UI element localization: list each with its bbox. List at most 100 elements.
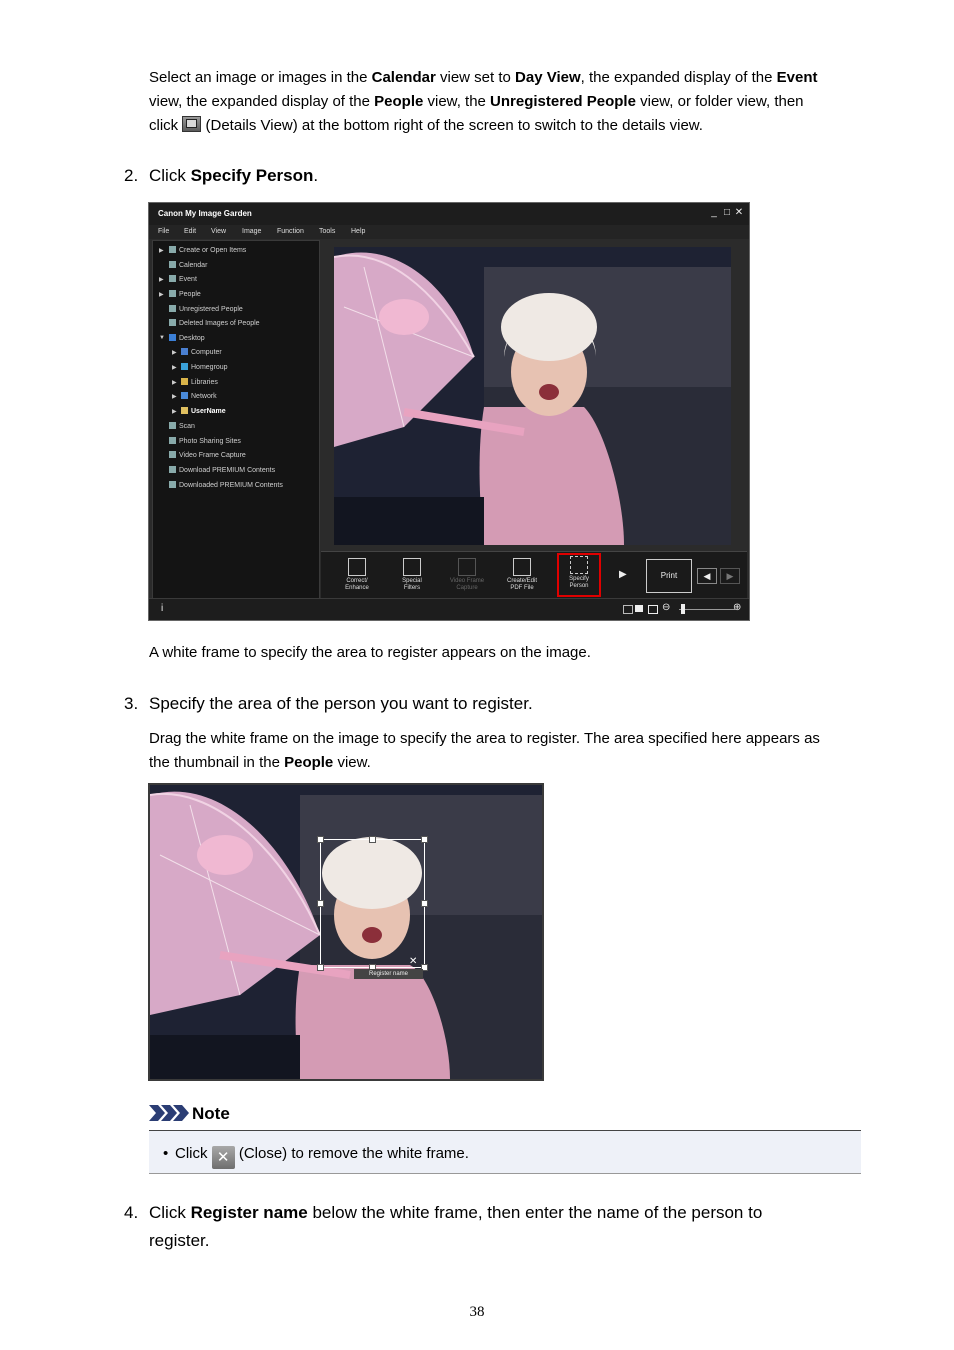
sidebar-item-photo-sharing[interactable]: Photo Sharing Sites — [169, 437, 241, 445]
step-3-description: Drag the white frame on the image to spe… — [149, 727, 861, 775]
details-view-icon — [182, 116, 202, 132]
zoom-slider-handle[interactable] — [681, 604, 685, 614]
video-frame-capture-button[interactable]: Video Frame Capture — [445, 556, 489, 592]
person-outline-icon — [169, 319, 176, 326]
collapse-arrow-icon[interactable]: ▼ — [159, 335, 165, 341]
film-capture-icon — [458, 558, 476, 576]
menu-view[interactable]: View — [211, 228, 226, 235]
full-screen-icon[interactable] — [648, 605, 658, 614]
calendar-icon — [169, 261, 176, 268]
intro-line-3: click (Details View) at the bottom right… — [149, 116, 703, 134]
event-icon — [169, 275, 176, 282]
zoom-out-icon[interactable]: ⊖ — [662, 602, 670, 613]
person-icon — [169, 290, 176, 297]
sidebar-item-calendar[interactable]: Calendar — [169, 261, 207, 269]
white-selection-frame[interactable] — [317, 836, 428, 971]
title-bar: Canon My Image Garden _ □ ✕ — [149, 203, 749, 225]
minimize-button[interactable]: _ — [709, 207, 719, 219]
menu-file[interactable]: File — [158, 228, 169, 235]
menu-function[interactable]: Function — [277, 228, 304, 235]
more-arrow-icon[interactable]: ▶ — [619, 569, 627, 580]
step-number: 3. — [124, 694, 139, 713]
sidebar-item-create[interactable]: Create or Open Items — [169, 246, 246, 254]
note-title: Note — [192, 1104, 230, 1123]
expand-arrow-icon[interactable]: ▶ — [172, 349, 177, 356]
expand-arrow-icon[interactable]: ▶ — [172, 408, 177, 415]
zoom-slider[interactable] — [679, 609, 735, 610]
thumbnail-view-icon[interactable] — [623, 605, 633, 614]
sidebar: ▶ Create or Open Items Calendar ▶ Event … — [152, 240, 320, 600]
step-text: Click Specify Person. — [149, 166, 319, 185]
face-frame-icon — [570, 556, 588, 574]
resize-handle[interactable] — [317, 900, 324, 907]
computer-icon — [181, 348, 188, 355]
correct-enhance-button[interactable]: Correct/Enhance — [335, 556, 379, 592]
zoom-in-icon[interactable]: ⊕ — [733, 602, 741, 613]
sidebar-item-download-premium[interactable]: Download PREMIUM Contents — [169, 466, 275, 474]
sidebar-item-username[interactable]: UserName — [181, 407, 226, 415]
sidebar-item-unregistered[interactable]: Unregistered People — [169, 305, 243, 313]
step-number: 2. — [124, 166, 139, 185]
expand-arrow-icon[interactable]: ▶ — [159, 291, 164, 298]
sidebar-item-libraries[interactable]: Libraries — [181, 378, 218, 386]
note-chevron-icon — [149, 1105, 189, 1121]
expand-arrow-icon[interactable]: ▶ — [172, 379, 177, 386]
step-text: Specify the area of the person you want … — [149, 694, 533, 713]
specify-person-button[interactable]: Specify Person — [557, 553, 601, 597]
step-3-desc-line-1: Drag the white frame on the image to spe… — [149, 730, 820, 747]
special-filters-button[interactable]: Special Filters — [390, 556, 434, 592]
bullet: • — [163, 1145, 169, 1162]
preview-image — [334, 247, 731, 545]
resize-handle[interactable] — [317, 836, 324, 843]
resize-handle[interactable] — [421, 836, 428, 843]
toolbar: Correct/Enhance Special Filters Video Fra… — [321, 551, 747, 600]
after-app-text: A white frame to specify the area to reg… — [149, 644, 591, 661]
note-item: • Click ✕ (Close) to remove the white fr… — [163, 1142, 469, 1169]
menu-bar: File Edit View Image Function Tools Help — [149, 225, 749, 239]
resize-handle[interactable] — [421, 900, 428, 907]
pdf-icon — [513, 558, 531, 576]
create-edit-pdf-button[interactable]: Create/Edit PDF File — [500, 556, 544, 592]
step-3: 3. Specify the area of the person you wa… — [124, 690, 854, 718]
sidebar-item-downloaded-premium[interactable]: Downloaded PREMIUM Contents — [169, 481, 283, 489]
menu-tools[interactable]: Tools — [319, 228, 335, 235]
expand-arrow-icon[interactable]: ▶ — [172, 364, 177, 371]
menu-help[interactable]: Help — [351, 228, 365, 235]
photo-girl-umbrella — [334, 247, 731, 545]
menu-image[interactable]: Image — [242, 228, 261, 235]
status-bar: i ⊖ ⊕ — [149, 598, 749, 620]
step-text: Click Register name below the white fram… — [149, 1203, 763, 1250]
previous-button[interactable]: ◀ — [697, 568, 717, 584]
sidebar-item-scan[interactable]: Scan — [169, 422, 195, 430]
note-header: Note — [149, 1103, 230, 1125]
expand-arrow-icon[interactable]: ▶ — [159, 276, 164, 283]
maximize-button[interactable]: □ — [722, 207, 732, 219]
resize-handle[interactable] — [369, 836, 376, 843]
step-4: 4. Click Register name below the white f… — [124, 1199, 854, 1250]
details-view-icon[interactable] — [635, 605, 643, 612]
sidebar-item-desktop[interactable]: Desktop — [169, 334, 205, 342]
print-button[interactable]: Print — [646, 559, 692, 593]
close-button[interactable]: ✕ — [734, 207, 744, 219]
close-frame-icon[interactable]: ✕ — [409, 956, 417, 967]
sidebar-item-deleted[interactable]: Deleted Images of People — [169, 319, 260, 327]
info-icon[interactable]: i — [161, 603, 163, 614]
app-screenshot: Canon My Image Garden _ □ ✕ File Edit Vi… — [148, 202, 750, 621]
register-name-button[interactable]: Register name — [354, 969, 423, 979]
resize-handle[interactable] — [317, 964, 324, 971]
intro-line-1: Select an image or images in the Calenda… — [149, 69, 818, 86]
folder-icon — [169, 481, 176, 488]
expand-arrow-icon[interactable]: ▶ — [172, 393, 177, 400]
menu-edit[interactable]: Edit — [184, 228, 196, 235]
desktop-icon — [169, 334, 176, 341]
expand-arrow-icon[interactable]: ▶ — [159, 247, 164, 254]
sidebar-item-homegroup[interactable]: Homegroup — [181, 363, 228, 371]
next-button[interactable]: ▶ — [720, 568, 740, 584]
sidebar-item-network[interactable]: Network — [181, 392, 217, 400]
sidebar-item-people[interactable]: People — [169, 290, 201, 298]
note-box: • Click ✕ (Close) to remove the white fr… — [149, 1130, 861, 1174]
sidebar-item-video-frame[interactable]: Video Frame Capture — [169, 451, 246, 459]
sidebar-item-computer[interactable]: Computer — [181, 348, 222, 356]
sidebar-item-event[interactable]: Event — [169, 275, 197, 283]
register-area-image: ✕ Register name — [148, 783, 544, 1081]
